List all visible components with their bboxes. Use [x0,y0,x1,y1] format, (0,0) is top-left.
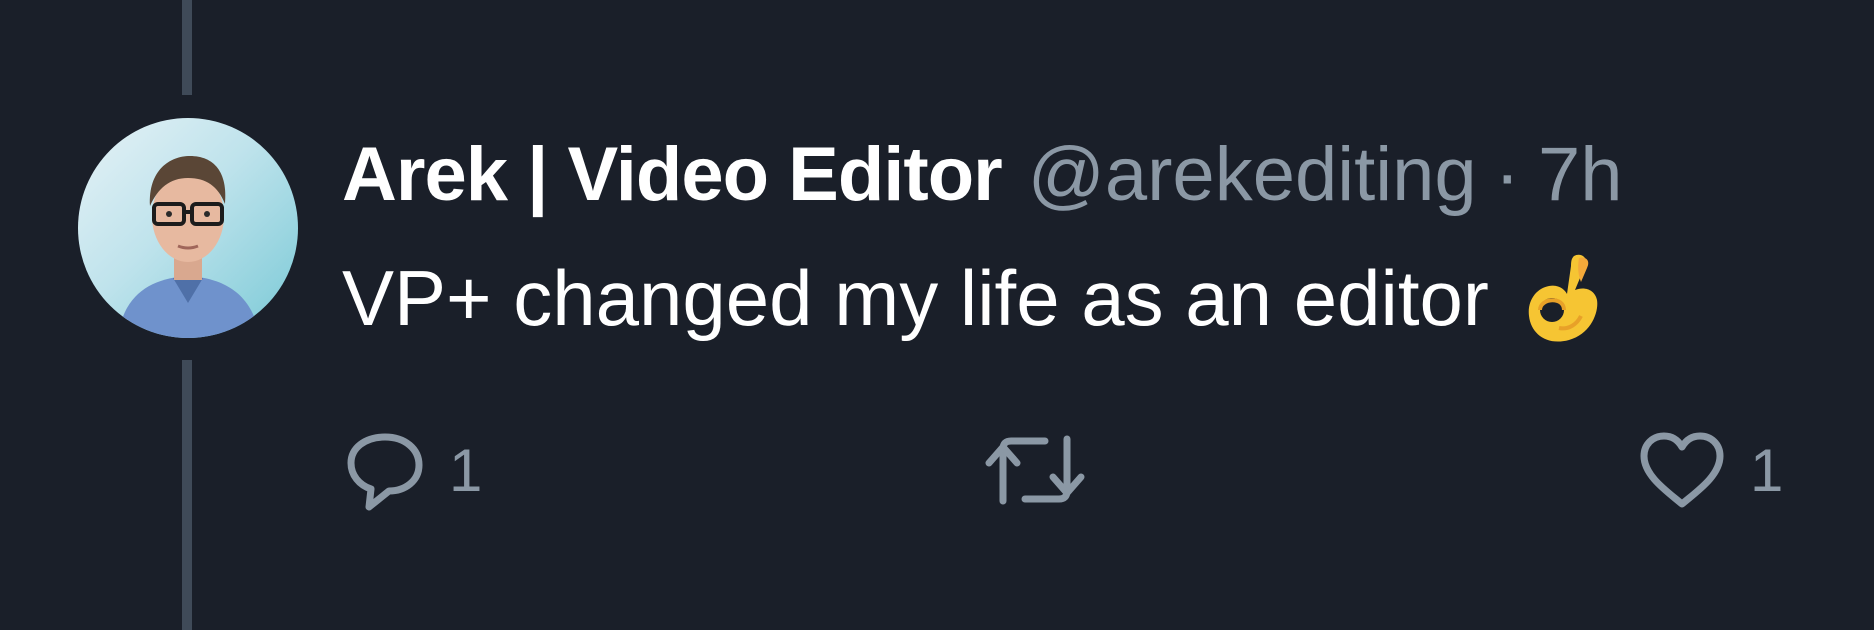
reply-icon [345,429,425,511]
avatar[interactable] [78,118,298,338]
display-name[interactable]: Arek | Video Editor [342,130,1003,220]
tweet-header: Arek | Video Editor @arekediting · 7h [342,130,1623,220]
retweet-icon [983,433,1087,507]
heart-icon [1638,430,1726,510]
tweet-text: VP+ changed my life as an editor [342,254,1489,342]
ok-hand-emoji-icon [1519,250,1605,346]
separator-dot: · [1494,132,1520,217]
timestamp[interactable]: 7h [1538,130,1623,220]
tweet-text-block: VP+ changed my life as an editor [342,250,1605,346]
user-handle[interactable]: @arekediting [1028,130,1477,220]
reply-count: 1 [449,436,483,504]
reply-button[interactable]: 1 [345,420,482,520]
thread-line-top [182,0,192,95]
tweet[interactable]: Arek | Video Editor @arekediting · 7h VP… [0,0,1874,630]
avatar-portrait-icon [118,156,260,338]
retweet-button[interactable] [983,420,1111,520]
tweet-actions: 1 1 [0,420,1874,520]
like-count: 1 [1750,436,1784,504]
like-button[interactable]: 1 [1638,420,1783,520]
